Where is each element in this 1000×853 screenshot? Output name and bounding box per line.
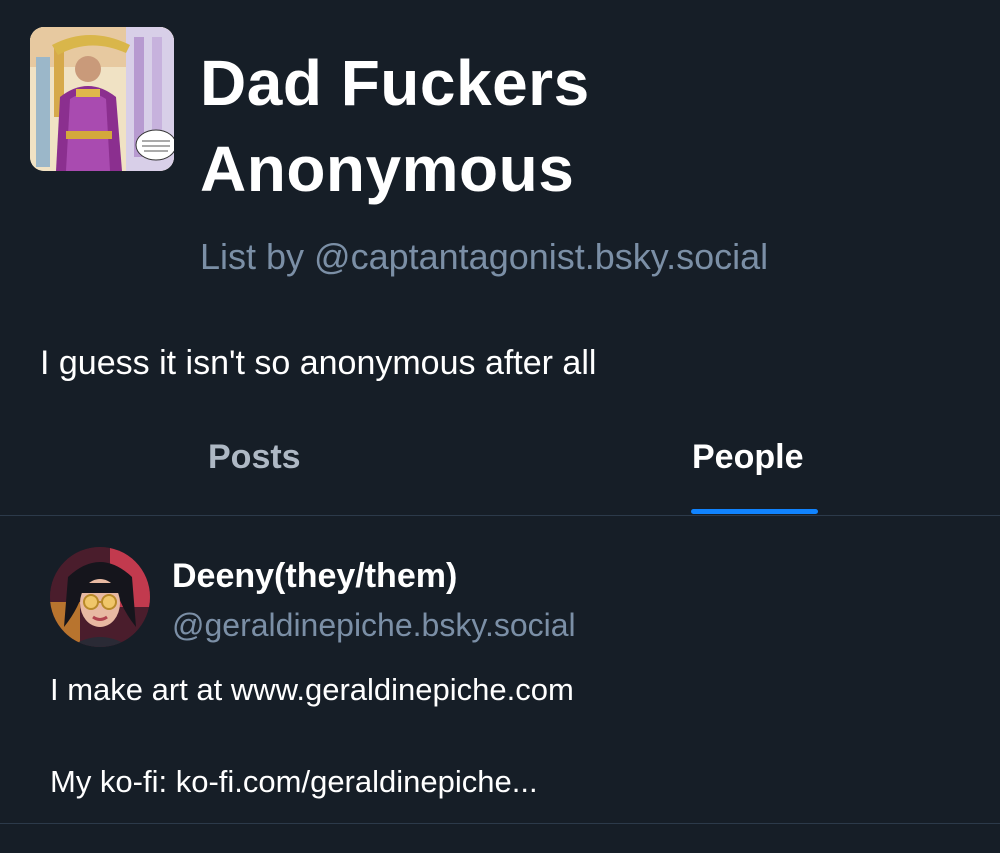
comic-panel-image <box>30 27 174 171</box>
tab-people[interactable]: People <box>692 432 803 482</box>
active-tab-indicator <box>691 509 818 514</box>
avatar[interactable] <box>50 547 150 647</box>
list-page: Dad Fuckers Anonymous List by @captantag… <box>0 0 1000 853</box>
tab-bar: Posts People <box>0 420 1000 516</box>
bio-spacer <box>50 713 970 759</box>
bio-line-website: I make art at www.geraldinepiche.com <box>50 672 574 707</box>
list-title-line2: Anonymous <box>200 133 575 205</box>
bio-line-kofi: My ko-fi: ko-fi.com/geraldinepiche... <box>50 764 538 799</box>
byline-prefix: List by <box>200 236 315 277</box>
list-byline: List by @captantagonist.bsky.social <box>200 232 768 282</box>
list-owner-handle-link[interactable]: @captantagonist.bsky.social <box>314 236 768 277</box>
list-title: Dad Fuckers Anonymous <box>200 40 590 212</box>
tab-posts[interactable]: Posts <box>208 432 301 482</box>
person-bio: I make art at www.geraldinepiche.com My … <box>50 667 970 805</box>
list-item-person[interactable]: Deeny(they/them) @geraldinepiche.bsky.so… <box>0 517 1000 824</box>
person-display-name[interactable]: Deeny(they/them) <box>172 553 457 599</box>
list-description: I guess it isn't so anonymous after all <box>40 344 597 382</box>
list-avatar-image[interactable] <box>30 27 174 171</box>
user-avatar-illustration <box>50 547 150 647</box>
list-title-line1: Dad Fuckers <box>200 47 590 119</box>
person-handle: @geraldinepiche.bsky.social <box>172 607 576 643</box>
